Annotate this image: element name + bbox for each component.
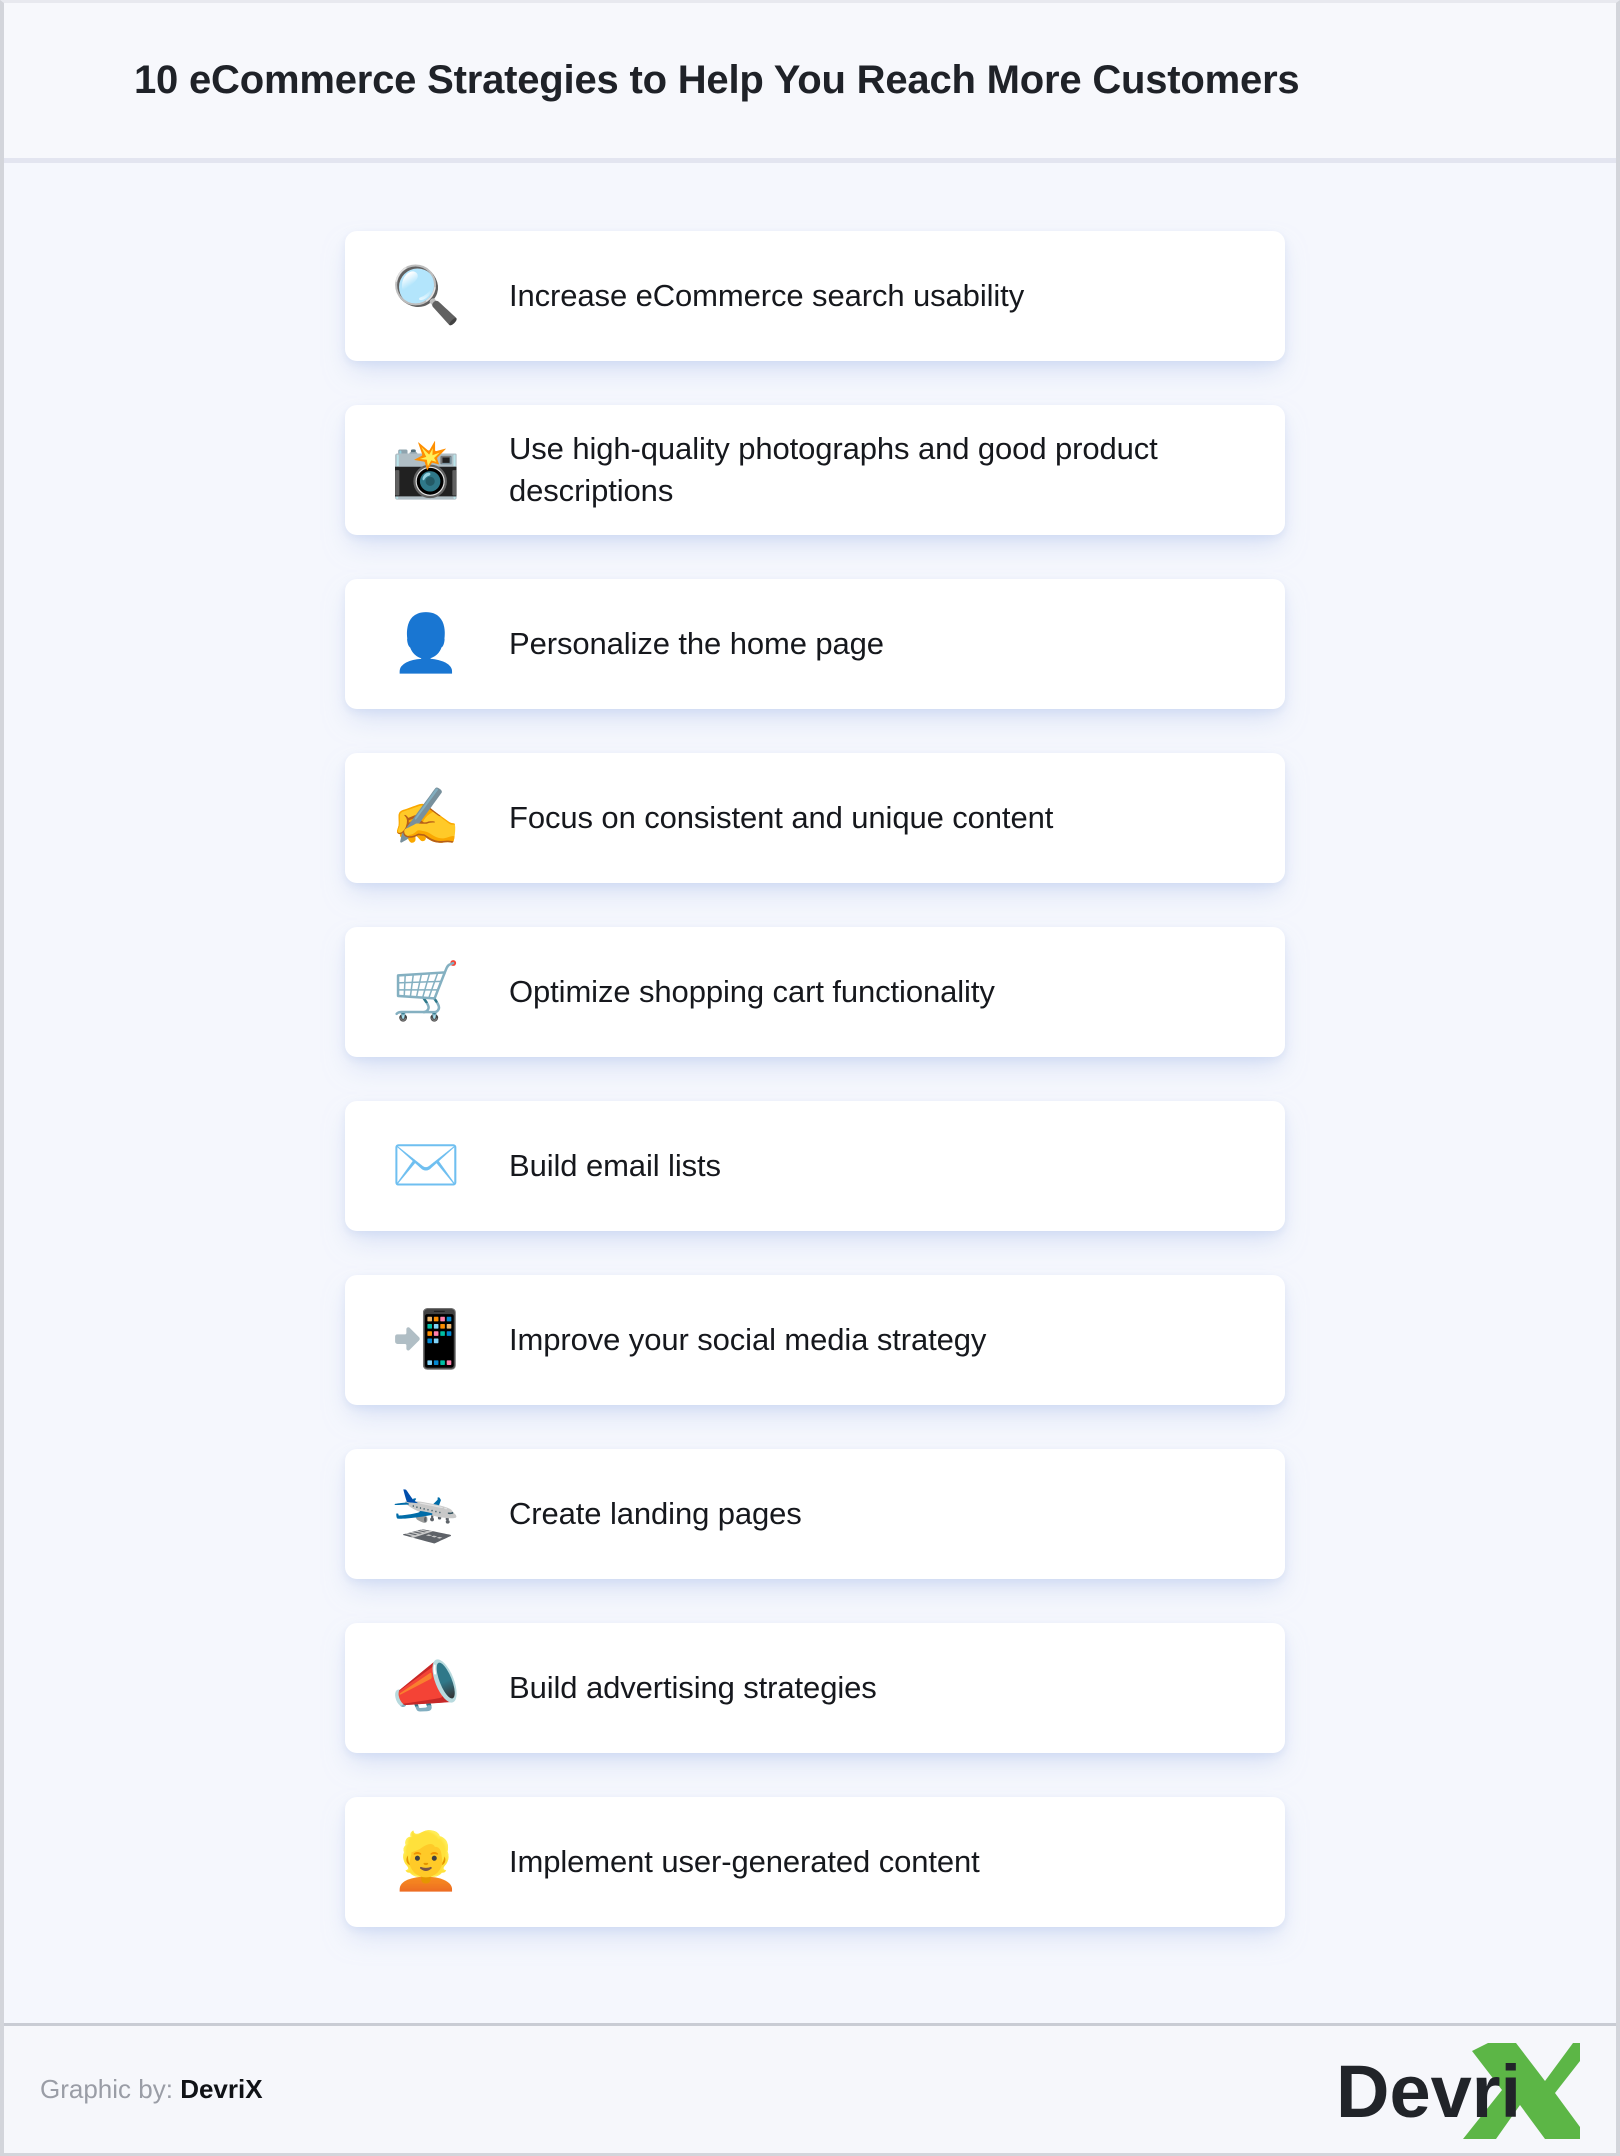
- infographic-root: 10 eCommerce Strategies to Help You Reac…: [0, 0, 1620, 2156]
- footer: Graphic by: DevriX Devri: [4, 2023, 1616, 2153]
- devrix-logo-svg: Devri: [1336, 2042, 1580, 2139]
- magnifying-glass-icon: 🔍: [391, 263, 461, 328]
- strategy-label: Use high-quality photographs and good pr…: [509, 430, 1158, 508]
- strategy-label: Focus on consistent and unique content: [509, 799, 1054, 835]
- bust-in-silhouette-icon: 👤: [391, 611, 461, 676]
- strategy-label: Increase eCommerce search usability: [509, 277, 1025, 313]
- airplane-arriving-icon: 🛬: [391, 1481, 461, 1546]
- strategy-card[interactable]: 🛒 Optimize shopping cart functionality: [345, 927, 1285, 1057]
- envelope-icon: ✉️: [391, 1133, 461, 1198]
- camera-with-flash-icon: 📸: [391, 437, 461, 502]
- strategy-card[interactable]: 👱 Implement user-generated content: [345, 1797, 1285, 1927]
- mobile-phone-with-arrow-icon: 📲: [391, 1307, 461, 1372]
- devrix-logo[interactable]: Devri: [1330, 2035, 1580, 2145]
- strategy-label: Optimize shopping cart functionality: [509, 973, 995, 1009]
- strategy-card-list: 🔍 Increase eCommerce search usability 📸 …: [345, 231, 1285, 1927]
- strategy-label: Build email lists: [509, 1147, 721, 1183]
- strategy-label: Create landing pages: [509, 1495, 802, 1531]
- shopping-cart-icon: 🛒: [391, 959, 461, 1024]
- strategy-card[interactable]: ✍️ Focus on consistent and unique conten…: [345, 753, 1285, 883]
- strategy-card[interactable]: 📣 Build advertising strategies: [345, 1623, 1285, 1753]
- strategy-list-area: 🔍 Increase eCommerce search usability 📸 …: [4, 163, 1616, 2023]
- page-title: 10 eCommerce Strategies to Help You Reac…: [134, 58, 1300, 102]
- strategy-card[interactable]: 🔍 Increase eCommerce search usability: [345, 231, 1285, 361]
- strategy-card[interactable]: ✉️ Build email lists: [345, 1101, 1285, 1231]
- strategy-card[interactable]: 📸 Use high-quality photographs and good …: [345, 405, 1285, 535]
- strategy-label: Build advertising strategies: [509, 1669, 877, 1705]
- writing-hand-icon: ✍️: [391, 785, 461, 850]
- person-blond-hair-icon: 👱: [391, 1829, 461, 1894]
- logo-wordmark: Devri: [1336, 2050, 1521, 2133]
- strategy-card[interactable]: 📲 Improve your social media strategy: [345, 1275, 1285, 1405]
- header: 10 eCommerce Strategies to Help You Reac…: [4, 3, 1616, 163]
- strategy-card[interactable]: 👤 Personalize the home page: [345, 579, 1285, 709]
- credit-prefix: Graphic by:: [40, 2074, 173, 2104]
- graphic-credit: Graphic by: DevriX: [40, 2074, 263, 2105]
- strategy-label: Implement user-generated content: [509, 1843, 980, 1879]
- credit-brand: DevriX: [180, 2074, 263, 2104]
- megaphone-icon: 📣: [391, 1655, 461, 1720]
- strategy-card[interactable]: 🛬 Create landing pages: [345, 1449, 1285, 1579]
- strategy-label: Personalize the home page: [509, 625, 884, 661]
- strategy-label: Improve your social media strategy: [509, 1321, 987, 1357]
